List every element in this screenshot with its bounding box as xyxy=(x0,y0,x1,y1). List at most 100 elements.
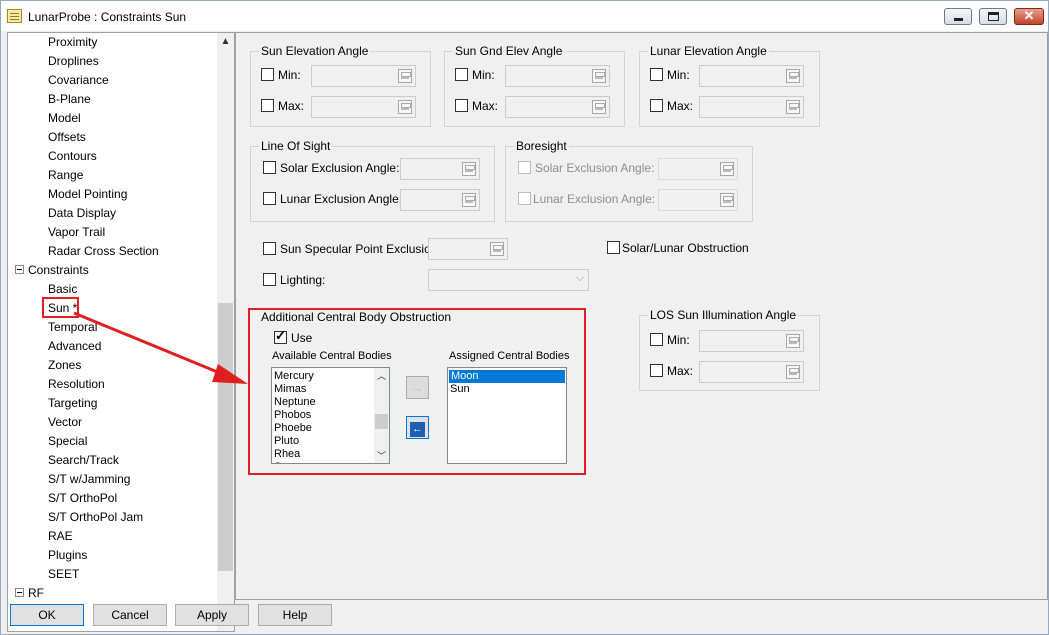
los-sun-min-checkbox[interactable] xyxy=(650,333,663,346)
lighting-dropdown[interactable]: ⌵ xyxy=(428,269,589,291)
calculator-icon[interactable] xyxy=(398,100,412,114)
scroll-up-icon[interactable]: ︿ xyxy=(374,369,389,382)
sun-elev-max-checkbox[interactable] xyxy=(261,99,274,112)
list-item[interactable]: Moon xyxy=(449,370,565,383)
close-button[interactable]: ✕ xyxy=(1014,8,1044,25)
tree-item-plugins[interactable]: Plugins xyxy=(48,546,87,564)
tree-item-contours[interactable]: Contours xyxy=(48,147,97,165)
tree-item-model[interactable]: Model xyxy=(48,109,81,127)
lunar-elev-max-field[interactable] xyxy=(699,96,804,118)
list-item[interactable]: Rhea xyxy=(272,448,300,461)
tree-item-advanced[interactable]: Advanced xyxy=(48,337,101,355)
help-button[interactable]: Help xyxy=(258,604,332,626)
specular-field[interactable] xyxy=(428,238,508,260)
scroll-thumb[interactable] xyxy=(218,303,233,571)
list-item[interactable]: Phoebe xyxy=(272,422,312,435)
calculator-icon[interactable] xyxy=(490,242,504,256)
lighting-checkbox[interactable] xyxy=(263,273,276,286)
list-item[interactable]: Neptune xyxy=(272,396,316,409)
los-sun-max-field[interactable] xyxy=(699,361,804,383)
lunar-elev-min-checkbox[interactable] xyxy=(650,68,663,81)
tree-item-constraints[interactable]: Constraints xyxy=(28,261,89,279)
add-body-button[interactable]: → xyxy=(406,376,429,399)
tree-item-targeting[interactable]: Targeting xyxy=(48,394,97,412)
los-solar-checkbox[interactable] xyxy=(263,161,276,174)
tree-item-covariance[interactable]: Covariance xyxy=(48,71,109,89)
calculator-icon[interactable] xyxy=(592,100,606,114)
ok-button[interactable]: OK xyxy=(10,604,84,626)
tree-item-seet[interactable]: SEET xyxy=(48,565,79,583)
los-solar-field[interactable] xyxy=(400,158,480,180)
calculator-icon[interactable] xyxy=(592,69,606,83)
tree-item-range[interactable]: Range xyxy=(48,166,83,184)
tree-item-search-track[interactable]: Search/Track xyxy=(48,451,119,469)
sun-gnd-min-field[interactable] xyxy=(505,65,610,87)
list-item[interactable]: Sun xyxy=(448,383,470,396)
calculator-icon[interactable] xyxy=(786,100,800,114)
boresight-solar-checkbox[interactable] xyxy=(518,161,531,174)
specular-checkbox[interactable] xyxy=(263,242,276,255)
tree-item-temporal[interactable]: Temporal xyxy=(48,318,97,336)
scroll-down-icon[interactable]: ﹀ xyxy=(374,449,389,462)
tree-item-proximity[interactable]: Proximity xyxy=(48,33,97,51)
tree-item-rae[interactable]: RAE xyxy=(48,527,73,545)
scroll-up-icon[interactable]: ▲ xyxy=(217,33,234,50)
calculator-icon[interactable] xyxy=(720,162,734,176)
cancel-button[interactable]: Cancel xyxy=(93,604,167,626)
tree-item-rf[interactable]: RF xyxy=(28,584,44,602)
apply-button[interactable]: Apply xyxy=(175,604,249,626)
calculator-icon[interactable] xyxy=(462,162,476,176)
boresight-lunar-checkbox[interactable] xyxy=(518,192,531,205)
collapse-constraints-icon[interactable] xyxy=(15,265,24,274)
scroll-thumb[interactable] xyxy=(375,414,388,429)
list-item[interactable]: S xyxy=(272,461,281,463)
minimize-button[interactable] xyxy=(944,8,972,25)
los-lunar-field[interactable] xyxy=(400,189,480,211)
calculator-icon[interactable] xyxy=(398,69,412,83)
tree-item-droplines[interactable]: Droplines xyxy=(48,52,99,70)
tree-item-st-jamming[interactable]: S/T w/Jamming xyxy=(48,470,130,488)
calculator-icon[interactable] xyxy=(786,69,800,83)
use-checkbox[interactable] xyxy=(274,328,287,344)
sun-gnd-max-checkbox[interactable] xyxy=(455,99,468,112)
list-scrollbar[interactable]: ︿ ﹀ xyxy=(374,368,389,463)
los-sun-min-field[interactable] xyxy=(699,330,804,352)
tree-item-zones[interactable]: Zones xyxy=(48,356,81,374)
remove-body-button[interactable]: ← xyxy=(406,416,429,439)
available-bodies-list[interactable]: Mercury Mimas Neptune Phobos Phoebe Plut… xyxy=(271,367,390,464)
sun-gnd-max-field[interactable] xyxy=(505,96,610,118)
assigned-bodies-list[interactable]: Moon Sun xyxy=(447,367,567,464)
calculator-icon[interactable] xyxy=(462,193,476,207)
tree-scrollbar[interactable]: ▲ ▼ xyxy=(217,33,234,631)
tree-item-data-display[interactable]: Data Display xyxy=(48,204,116,222)
sun-gnd-min-checkbox[interactable] xyxy=(455,68,468,81)
tree-item-b-plane[interactable]: B-Plane xyxy=(48,90,91,108)
tree-item-resolution[interactable]: Resolution xyxy=(48,375,105,393)
sun-elev-min-field[interactable] xyxy=(311,65,416,87)
sun-elev-min-checkbox[interactable] xyxy=(261,68,274,81)
tree-item-special[interactable]: Special xyxy=(48,432,87,450)
list-item[interactable]: Mercury xyxy=(272,370,314,383)
list-item[interactable]: Phobos xyxy=(272,409,311,422)
lunar-elev-min-field[interactable] xyxy=(699,65,804,87)
tree-item-model-pointing[interactable]: Model Pointing xyxy=(48,185,127,203)
tree-item-st-orthopol[interactable]: S/T OrthoPol xyxy=(48,489,117,507)
tree-item-radar-cross-section[interactable]: Radar Cross Section xyxy=(48,242,159,260)
calculator-icon[interactable] xyxy=(720,193,734,207)
boresight-solar-field[interactable] xyxy=(658,158,738,180)
list-item[interactable]: Pluto xyxy=(272,435,299,448)
solar-lunar-obstruction-checkbox[interactable] xyxy=(607,241,620,254)
tree-item-vector[interactable]: Vector xyxy=(48,413,82,431)
los-sun-max-checkbox[interactable] xyxy=(650,364,663,377)
tree-item-offsets[interactable]: Offsets xyxy=(48,128,86,146)
tree-item-st-orthopol-jam[interactable]: S/T OrthoPol Jam xyxy=(48,508,143,526)
boresight-lunar-field[interactable] xyxy=(658,189,738,211)
collapse-rf-icon[interactable] xyxy=(15,588,24,597)
calculator-icon[interactable] xyxy=(786,365,800,379)
list-item[interactable]: Mimas xyxy=(272,383,306,396)
calculator-icon[interactable] xyxy=(786,334,800,348)
maximize-button[interactable] xyxy=(979,8,1007,25)
tree-item-basic[interactable]: Basic xyxy=(48,280,77,298)
sun-elev-max-field[interactable] xyxy=(311,96,416,118)
los-lunar-checkbox[interactable] xyxy=(263,192,276,205)
